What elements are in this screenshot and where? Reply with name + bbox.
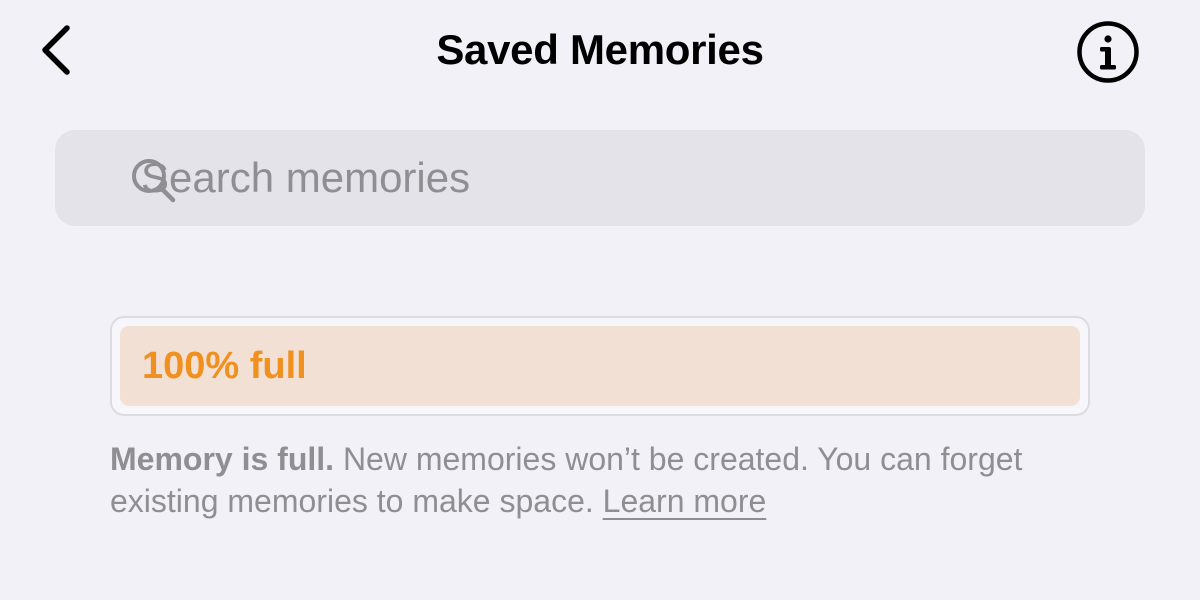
back-button[interactable] bbox=[30, 20, 80, 80]
chevron-left-icon bbox=[42, 25, 70, 75]
search-icon bbox=[132, 159, 176, 203]
memory-full-notice: Memory is full. New memories won’t be cr… bbox=[110, 438, 1040, 522]
memory-usage-label: 100% full bbox=[142, 345, 307, 387]
info-button[interactable] bbox=[1074, 18, 1142, 86]
info-circle-icon bbox=[1077, 21, 1139, 83]
memory-usage-meter: 100% full bbox=[110, 316, 1090, 416]
page-title: Saved Memories bbox=[436, 26, 764, 73]
notice-bold-text: Memory is full. bbox=[110, 441, 335, 477]
navigation-header: Saved Memories bbox=[0, 0, 1200, 100]
search-bar[interactable] bbox=[55, 130, 1145, 226]
search-input[interactable] bbox=[131, 148, 1101, 208]
learn-more-link[interactable]: Learn more bbox=[603, 483, 767, 519]
memory-usage-fill: 100% full bbox=[120, 326, 1080, 406]
